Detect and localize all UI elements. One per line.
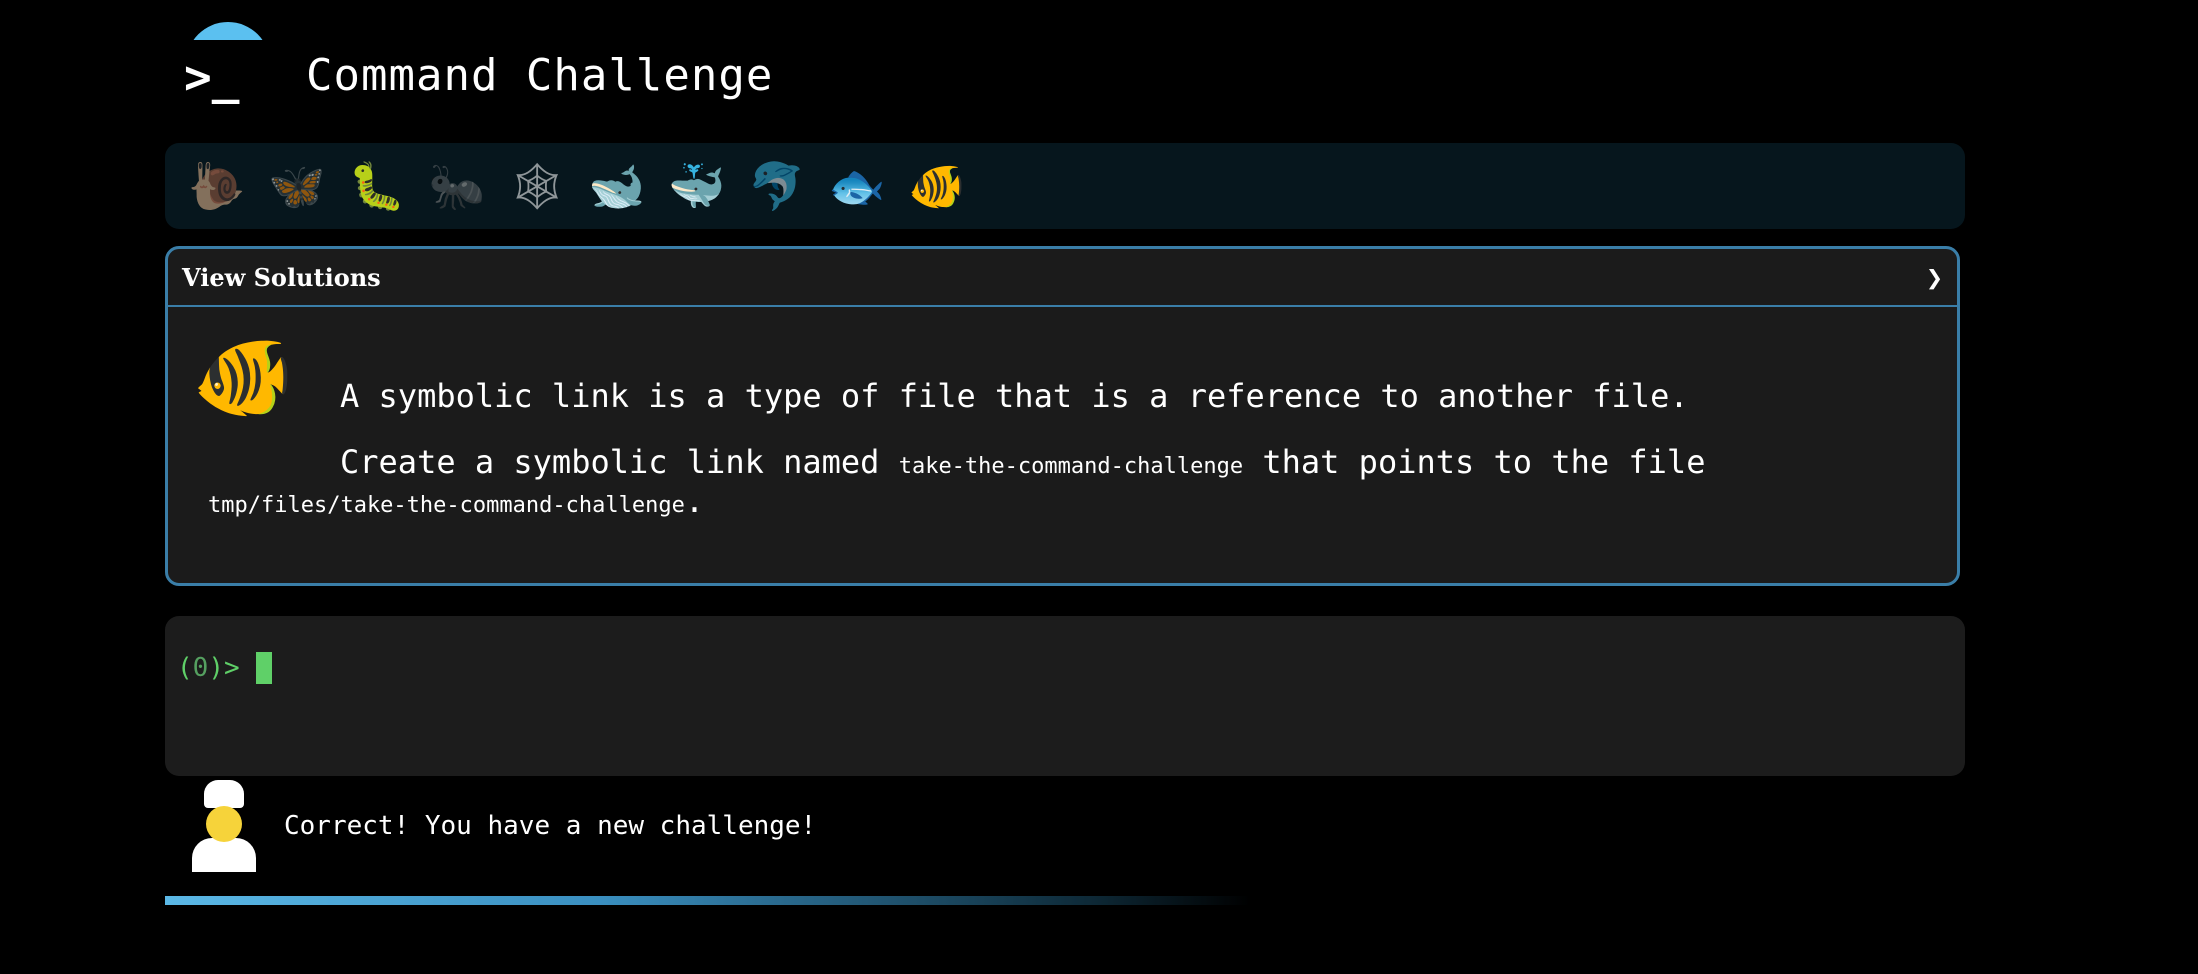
- challenge-task: Create a symbolic link named take-the-co…: [208, 443, 1928, 521]
- page-title: Command Challenge: [306, 50, 774, 101]
- task-prefix: Create a symbolic link named: [340, 443, 899, 481]
- progress-bar: [165, 896, 1250, 905]
- task-suffix: .: [684, 482, 705, 521]
- task-link-name: take-the-command-challenge: [898, 454, 1244, 479]
- chevron-right-icon[interactable]: ❯: [1926, 261, 1943, 294]
- prompt-close: )>: [208, 653, 240, 683]
- level-selector: 🐌 🦋 🐛 🐜 🕸 🐋 🐳 🐬 🐟 🐠: [165, 143, 1965, 229]
- terminal-prompt-icon: >_: [184, 50, 240, 104]
- spider-web-icon[interactable]: 🕸: [497, 155, 577, 217]
- caterpillar-icon[interactable]: 🐛: [337, 155, 417, 217]
- terminal[interactable]: (0)>: [165, 616, 1965, 776]
- spouting-whale-icon[interactable]: 🐳: [657, 155, 737, 217]
- view-solutions-label: View Solutions: [182, 262, 381, 292]
- terminal-cursor: [255, 652, 272, 684]
- prompt-open: (: [177, 653, 193, 683]
- terminal-input-line[interactable]: (0)>: [177, 652, 272, 684]
- snail-icon[interactable]: 🐌: [177, 155, 257, 217]
- chef-avatar-icon: [188, 780, 260, 872]
- logo: >_: [176, 22, 280, 110]
- whale-icon[interactable]: 🐋: [577, 155, 657, 217]
- challenge-panel: View Solutions ❯ 🐠 A symbolic link is a …: [165, 246, 1960, 586]
- ant-icon[interactable]: 🐜: [417, 155, 497, 217]
- fish-icon[interactable]: 🐟: [817, 155, 897, 217]
- task-target-path: tmp/files/take-the-command-challenge: [208, 493, 685, 519]
- challenge-description: A symbolic link is a type of file that i…: [340, 377, 1689, 415]
- dolphin-icon[interactable]: 🐬: [737, 155, 817, 217]
- view-solutions-toggle[interactable]: View Solutions ❯: [168, 249, 1957, 307]
- tropical-fish-icon: 🐠: [192, 330, 295, 425]
- tropical-fish-icon[interactable]: 🐠: [897, 155, 977, 217]
- status-row: Correct! You have a new challenge!: [188, 778, 816, 874]
- butterfly-icon[interactable]: 🦋: [257, 155, 337, 217]
- status-message: Correct! You have a new challenge!: [284, 811, 817, 841]
- prompt-count: 0: [192, 653, 209, 683]
- level-icon-row: 🐌 🦋 🐛 🐜 🕸 🐋 🐳 🐬 🐟 🐠: [177, 155, 977, 217]
- task-middle: that points to the file: [1243, 443, 1706, 481]
